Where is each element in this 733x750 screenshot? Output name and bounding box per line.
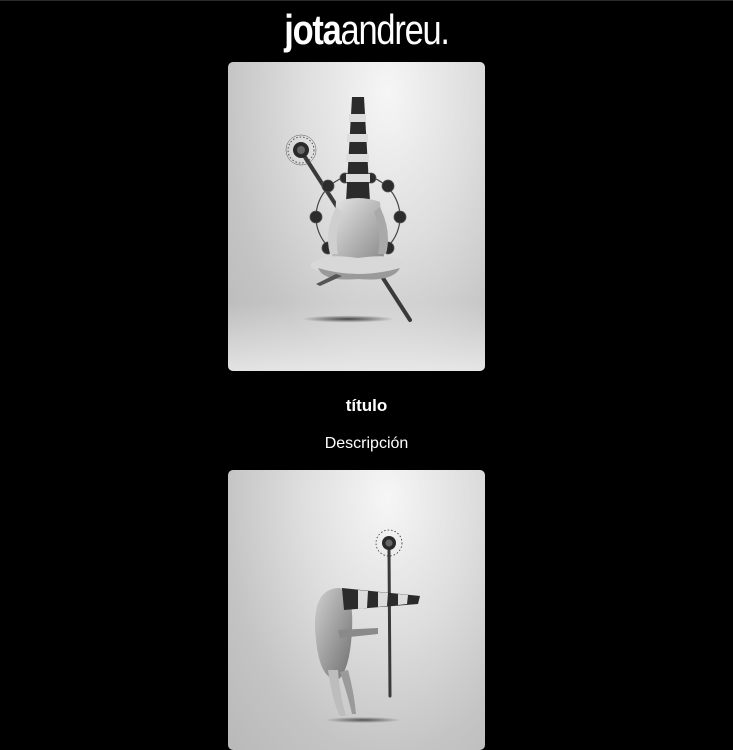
artwork-title: título [345,396,388,415]
gallery-image-2[interactable] [228,470,485,750]
top-divider [0,0,733,1]
site-logo[interactable]: jotaandreu. [66,6,667,54]
logo-bold-text: jota [284,6,342,53]
bending-figure-illustration [314,529,420,723]
logo-light-text: andreu. [340,6,450,53]
gallery-image-1[interactable] [228,62,485,371]
artwork-description: Descripción [324,435,409,452]
meditating-figure-illustration [228,97,485,371]
